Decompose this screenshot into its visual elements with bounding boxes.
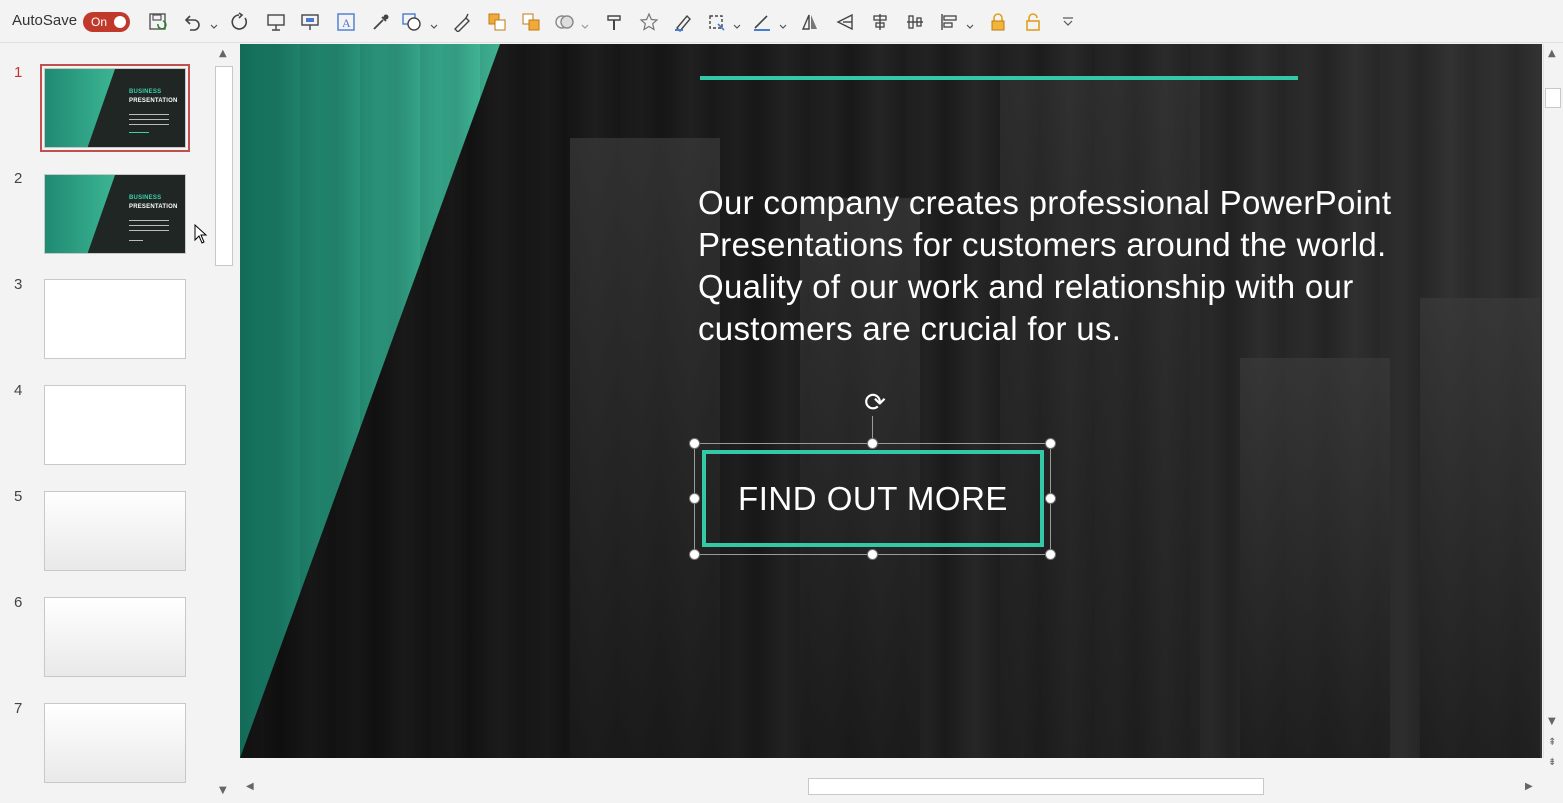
thumbnail-subtitle: PRESENTATION — [129, 204, 178, 210]
thumbnail-subtitle: PRESENTATION — [129, 98, 178, 104]
autosave-toggle[interactable]: On — [83, 12, 130, 32]
crop-icon[interactable] — [705, 11, 727, 33]
horizontal-scrollbar-thumb[interactable] — [808, 778, 1264, 795]
svg-text:A: A — [342, 16, 351, 30]
line-style-dropdown-icon[interactable] — [779, 18, 787, 29]
star-icon[interactable] — [638, 11, 660, 33]
find-out-more-button[interactable]: FIND OUT MORE — [702, 450, 1044, 547]
slide-thumbnail-6[interactable] — [44, 597, 186, 677]
thumbnail-text-line — [129, 114, 169, 115]
body-text[interactable]: Our company creates professional PowerPo… — [698, 182, 1488, 350]
thumbnail-title: BUSINESS — [129, 195, 162, 201]
bring-forward-icon[interactable] — [486, 11, 508, 33]
flip-horizontal-icon[interactable] — [799, 11, 821, 33]
slide-thumbnail-1[interactable]: BUSINESS PRESENTATION — [40, 64, 190, 152]
resize-handle[interactable] — [1045, 549, 1056, 560]
vertical-scrollbar[interactable] — [1543, 44, 1563, 758]
merge-dropdown-icon[interactable] — [581, 18, 589, 29]
thumbnail-text-line — [129, 119, 169, 120]
thumbnail-text-line — [129, 124, 169, 125]
autosave-label: AutoSave — [12, 12, 78, 29]
next-slide-icon[interactable]: ⇟ — [1548, 757, 1556, 768]
text-box-icon[interactable]: A — [335, 11, 357, 33]
align-icon[interactable] — [938, 11, 960, 33]
format-painter-icon[interactable] — [603, 11, 625, 33]
accent-line[interactable] — [700, 76, 1298, 80]
customize-toolbar-icon[interactable] — [1057, 11, 1079, 33]
resize-handle[interactable] — [689, 438, 700, 449]
undo-dropdown-icon[interactable] — [210, 18, 218, 29]
rotate-handle-icon[interactable]: ⟳ — [860, 388, 890, 418]
present-from-start-icon[interactable] — [265, 11, 287, 33]
send-backward-icon[interactable] — [520, 11, 542, 33]
resize-handle[interactable] — [1045, 493, 1056, 504]
slide-thumbnail-7[interactable] — [44, 703, 186, 783]
thumbnail-text-line — [129, 220, 169, 221]
merge-shapes-icon[interactable] — [553, 11, 575, 33]
scroll-up-arrow-icon[interactable]: ▲ — [219, 48, 227, 59]
autosave-state: On — [91, 15, 108, 29]
thumbnail-text-line — [129, 225, 169, 226]
scroll-down-arrow-icon[interactable]: ▼ — [219, 785, 227, 796]
shapes-icon[interactable] — [401, 11, 423, 33]
lock-icon[interactable] — [987, 11, 1009, 33]
resize-handle[interactable] — [867, 438, 878, 449]
flip-vertical-icon[interactable] — [834, 11, 856, 33]
slide-number: 4 — [14, 382, 23, 399]
mouse-cursor-icon — [194, 224, 208, 244]
slide-thumbnail-pane: 1 BUSINESS PRESENTATION 2 BUSINESS PRESE… — [0, 44, 236, 803]
resize-handle[interactable] — [1045, 438, 1056, 449]
resize-handle[interactable] — [867, 549, 878, 560]
thumbnail-scrollbar-thumb[interactable] — [215, 66, 233, 266]
align-dropdown-icon[interactable] — [966, 18, 974, 29]
slide-number: 3 — [14, 276, 23, 293]
resize-handle[interactable] — [689, 493, 700, 504]
scroll-right-arrow-icon[interactable]: ▶ — [1525, 781, 1533, 792]
distribute-icon[interactable] — [904, 11, 926, 33]
thumbnail-text-line — [129, 240, 143, 241]
slide-number: 2 — [14, 170, 23, 187]
slide-number: 1 — [14, 64, 23, 81]
highlighter-icon[interactable] — [672, 11, 694, 33]
eyedropper-icon[interactable] — [370, 11, 392, 33]
line-style-icon[interactable] — [751, 11, 773, 33]
previous-slide-icon[interactable]: ⇞ — [1548, 737, 1556, 748]
undo-icon[interactable] — [181, 11, 203, 33]
crop-dropdown-icon[interactable] — [733, 18, 741, 29]
shapes-dropdown-icon[interactable] — [430, 18, 438, 29]
scroll-left-arrow-icon[interactable]: ◀ — [246, 781, 254, 792]
slide-thumbnail-4[interactable] — [44, 385, 186, 465]
slide-number: 6 — [14, 594, 23, 611]
redo-icon[interactable] — [229, 11, 251, 33]
present-from-current-icon[interactable] — [299, 11, 321, 33]
slide-thumbnail-3[interactable] — [44, 279, 186, 359]
thumbnail-title: BUSINESS — [129, 89, 162, 95]
toggle-knob — [114, 16, 126, 28]
align-center-icon[interactable] — [869, 11, 891, 33]
scroll-down-arrow-icon[interactable]: ▼ — [1548, 716, 1556, 727]
slide-number: 7 — [14, 700, 23, 717]
slide-thumbnail-2[interactable]: BUSINESS PRESENTATION — [44, 174, 186, 254]
pen-icon[interactable] — [451, 11, 473, 33]
unlock-icon[interactable] — [1022, 11, 1044, 33]
slide-canvas[interactable]: Our company creates professional PowerPo… — [240, 44, 1542, 758]
slide-number: 5 — [14, 488, 23, 505]
resize-handle[interactable] — [689, 549, 700, 560]
quick-access-toolbar: AutoSave On A — [0, 0, 1563, 43]
building-silhouette — [1240, 358, 1390, 758]
thumbnail-button — [129, 132, 149, 133]
save-icon[interactable] — [147, 11, 169, 33]
slide-thumbnail-5[interactable] — [44, 491, 186, 571]
thumbnail-text-line — [129, 230, 169, 231]
building-silhouette — [1000, 78, 1200, 758]
building-silhouette — [1420, 298, 1540, 758]
vertical-scrollbar-thumb[interactable] — [1545, 88, 1561, 108]
scroll-up-arrow-icon[interactable]: ▲ — [1548, 48, 1556, 59]
